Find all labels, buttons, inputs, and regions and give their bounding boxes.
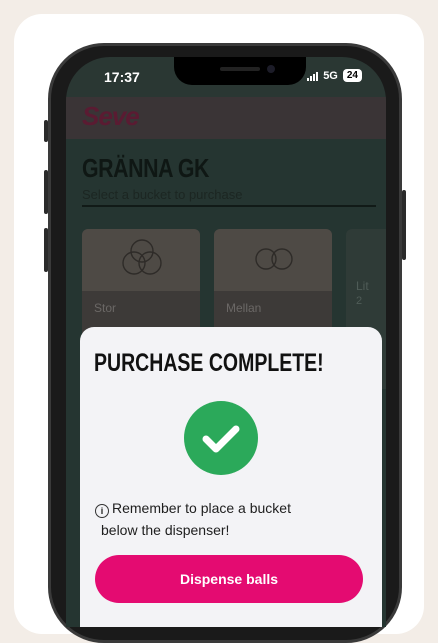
signal-icon [307, 71, 319, 81]
modal-title: PURCHASE COMPLETE! [94, 349, 324, 377]
bucket-price: 2 [356, 295, 363, 307]
bucket-name: Mellan [226, 301, 262, 315]
note-line-1: Remember to place a bucket [112, 500, 291, 516]
dispense-balls-button[interactable]: Dispense balls [95, 555, 363, 603]
network-type: 5G [323, 69, 338, 82]
club-name: GRÄNNA GK [82, 153, 209, 183]
camera-icon [267, 65, 275, 73]
phone-volume-up [44, 170, 48, 214]
phone-volume-down [44, 228, 48, 272]
status-time: 17:37 [104, 69, 140, 85]
golf-balls-image [82, 229, 200, 291]
bucket-name: Lit [356, 279, 369, 293]
phone-side-button [44, 120, 48, 142]
checkmark-icon [184, 401, 258, 475]
info-icon: i [95, 504, 109, 518]
purchase-complete-sheet: PURCHASE COMPLETE! i Remember to place a … [80, 327, 382, 627]
bucket-name: Stor [94, 301, 117, 315]
app-header: Seve [66, 97, 386, 139]
phone-power-button [402, 190, 406, 260]
speaker [220, 67, 260, 71]
page-subtitle: Select a bucket to purchase [82, 187, 243, 202]
app-logo: Seve [82, 101, 140, 131]
note-line-2: below the dispenser! [101, 522, 230, 538]
battery-icon: 24 [342, 69, 362, 82]
divider [82, 205, 376, 207]
dispense-note: i Remember to place a bucket below the di… [95, 497, 365, 541]
golf-balls-image [214, 229, 332, 291]
phone-notch [174, 57, 306, 85]
